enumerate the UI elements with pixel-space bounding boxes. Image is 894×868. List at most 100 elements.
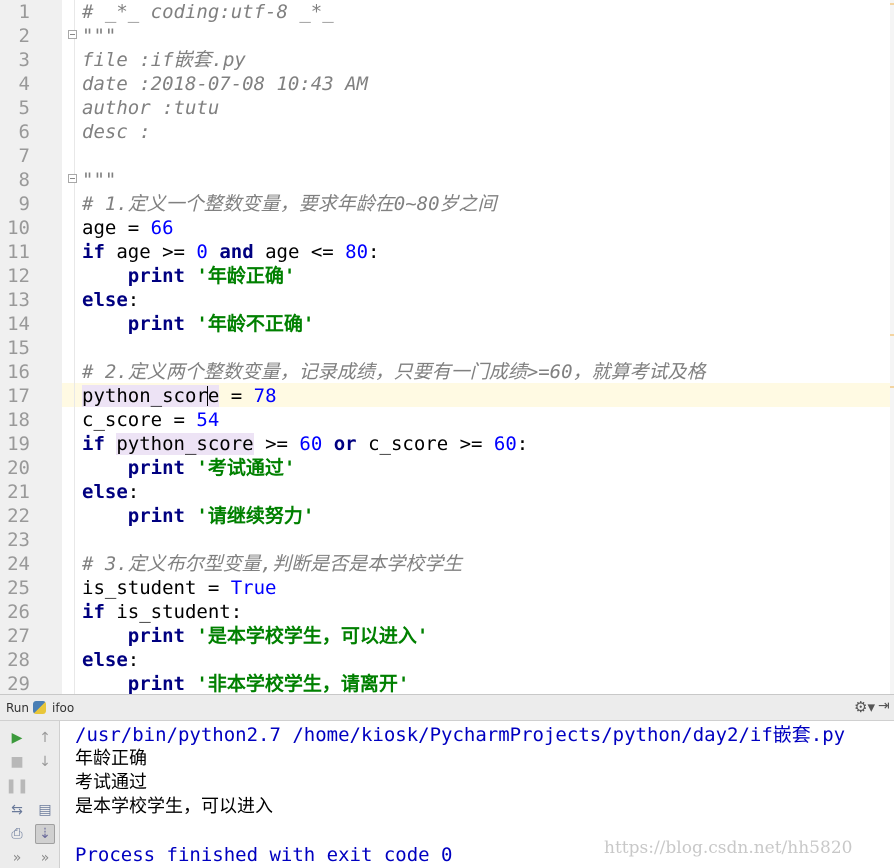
line-number: 20	[7, 457, 30, 479]
more-icon-2[interactable]: »	[35, 848, 55, 868]
code-line[interactable]: file :if嵌套.py	[82, 48, 246, 72]
run-config-name[interactable]: ifoo	[52, 701, 74, 715]
code-line[interactable]: else:	[82, 288, 139, 312]
line-number: 14	[7, 313, 30, 335]
code-line[interactable]: print '年龄不正确'	[82, 312, 315, 336]
code-line[interactable]: print '考试通过'	[82, 456, 296, 480]
run-command: /usr/bin/python2.7 /home/kiosk/PycharmPr…	[75, 724, 846, 746]
code-line[interactable]: python_score = 78	[82, 384, 277, 408]
error-stripe[interactable]	[890, 0, 894, 694]
run-tab-label[interactable]: Run	[6, 701, 29, 715]
minimize-icon[interactable]: ⇥	[878, 698, 890, 714]
code-token: print	[127, 673, 185, 694]
code-line[interactable]: print '非本学校学生，请离开'	[82, 672, 410, 694]
line-number: 23	[7, 529, 30, 551]
code-token: # 2.定义两个整数变量，记录成绩，只要有一门成绩>=60，就算考试及格	[82, 361, 706, 383]
stripe-marker[interactable]	[890, 334, 894, 336]
up-arrow-icon[interactable]: ↑	[35, 728, 55, 748]
more-icon[interactable]: »	[7, 848, 27, 868]
line-number: 7	[18, 145, 30, 167]
line-number: 21	[7, 481, 30, 503]
code-line[interactable]: else:	[82, 480, 139, 504]
code-token: c_score >=	[356, 433, 494, 455]
line-number: 13	[7, 289, 30, 311]
code-line[interactable]: """	[82, 24, 116, 48]
soft-wrap-icon[interactable]: ⇆	[7, 800, 27, 820]
python-icon	[33, 701, 46, 714]
gear-icon[interactable]: ⚙▾	[854, 698, 875, 716]
console-output-line: 年龄正确	[75, 748, 147, 769]
code-token: '是本学校学生，可以进入'	[196, 625, 429, 647]
stripe-marker[interactable]	[890, 386, 894, 388]
code-line[interactable]: print '是本学校学生，可以进入'	[82, 624, 429, 648]
stop-icon[interactable]: ■	[7, 752, 27, 772]
code-line[interactable]: author :tutu	[82, 96, 219, 120]
code-token: age >=	[104, 241, 197, 263]
line-number: 10	[7, 217, 30, 239]
code-line[interactable]: if is_student:	[82, 600, 242, 624]
code-token: :	[516, 433, 529, 455]
code-token: 54	[196, 409, 220, 431]
rerun-icon[interactable]: ▶	[7, 728, 27, 748]
code-token: python_score	[116, 433, 254, 455]
code-token: 60	[493, 433, 517, 455]
code-line[interactable]: is_student = True	[82, 576, 276, 600]
fold-marker-icon[interactable]	[68, 30, 77, 39]
code-line[interactable]: age = 66	[82, 216, 174, 240]
line-number: 17	[7, 385, 30, 407]
line-number: 18	[7, 409, 30, 431]
line-number: 28	[7, 649, 30, 671]
line-number: 5	[18, 97, 30, 119]
code-token: if	[82, 241, 105, 263]
line-number: 1	[18, 1, 30, 23]
fold-marker-icon[interactable]	[68, 174, 77, 183]
line-number: 16	[7, 361, 30, 383]
code-token: is_student =	[82, 577, 231, 599]
code-line[interactable]: # _*_ coding:utf-8 _*_	[82, 0, 334, 24]
code-line[interactable]: print '年龄正确'	[82, 264, 296, 288]
code-line[interactable]: else:	[82, 648, 139, 672]
line-number: 26	[7, 601, 30, 623]
console-output-line: 考试通过	[75, 772, 147, 793]
code-line[interactable]: date :2018-07-08 10:43 AM	[82, 72, 368, 96]
code-editor[interactable]: 1 # _*_ coding:utf-8 _*_ 2 """ 3 file :if嵌套.p…	[0, 0, 894, 694]
code-token: print	[127, 265, 185, 287]
code-line[interactable]: # 1.定义一个整数变量，要求年龄在0~80岁之间	[82, 192, 497, 216]
code-token: 0	[196, 241, 208, 263]
line-number: 29	[7, 673, 30, 694]
code-token: :	[127, 481, 140, 503]
code-line[interactable]: """	[82, 168, 116, 192]
code-line[interactable]: # 2.定义两个整数变量，记录成绩，只要有一门成绩>=60，就算考试及格	[82, 360, 706, 384]
scroll-to-end-icon[interactable]: ⇣	[35, 824, 55, 844]
exit-message: Process finished with exit code 0	[75, 844, 453, 866]
print-icon[interactable]: ⎙	[7, 824, 27, 844]
down-arrow-icon[interactable]: ↓	[35, 752, 55, 772]
pause-icon[interactable]: ❚❚	[5, 776, 28, 796]
code-token: """	[82, 169, 117, 191]
code-line[interactable]: if age >= 0 and age <= 80:	[82, 240, 380, 264]
code-line[interactable]: c_score = 54	[82, 408, 219, 432]
line-number: 24	[7, 553, 30, 575]
code-token: # _*_ coding:utf-8 _*_	[82, 1, 334, 23]
code-token: date :2018-07-08 10:43 AM	[82, 73, 368, 95]
code-token: :	[368, 241, 380, 263]
code-line[interactable]: # 3.定义布尔型变量,判断是否是本学校学生	[82, 552, 462, 576]
code-token: print	[127, 505, 185, 527]
code-line[interactable]: if python_score >= 60 or c_score >= 60:	[82, 432, 528, 456]
code-token: # 1.定义一个整数变量，要求年龄在0~80岁之间	[82, 193, 497, 215]
run-toolbar: ▶ ↑ ■ ↓ ❚❚ ⇆ ▤ ⇣ ⎙ » »	[0, 721, 60, 868]
code-token: if	[82, 433, 105, 455]
layout-icon[interactable]: ▤	[35, 800, 55, 820]
code-line[interactable]: print '请继续努力'	[82, 504, 315, 528]
code-token: True	[230, 577, 277, 599]
code-token: file :if嵌套.py	[82, 49, 246, 71]
stripe-marker[interactable]	[890, 3, 894, 5]
code-token: is_student:	[104, 601, 243, 623]
code-token: if	[82, 601, 105, 623]
code-token: python_scor	[82, 385, 208, 407]
code-line[interactable]: desc :	[82, 120, 151, 144]
